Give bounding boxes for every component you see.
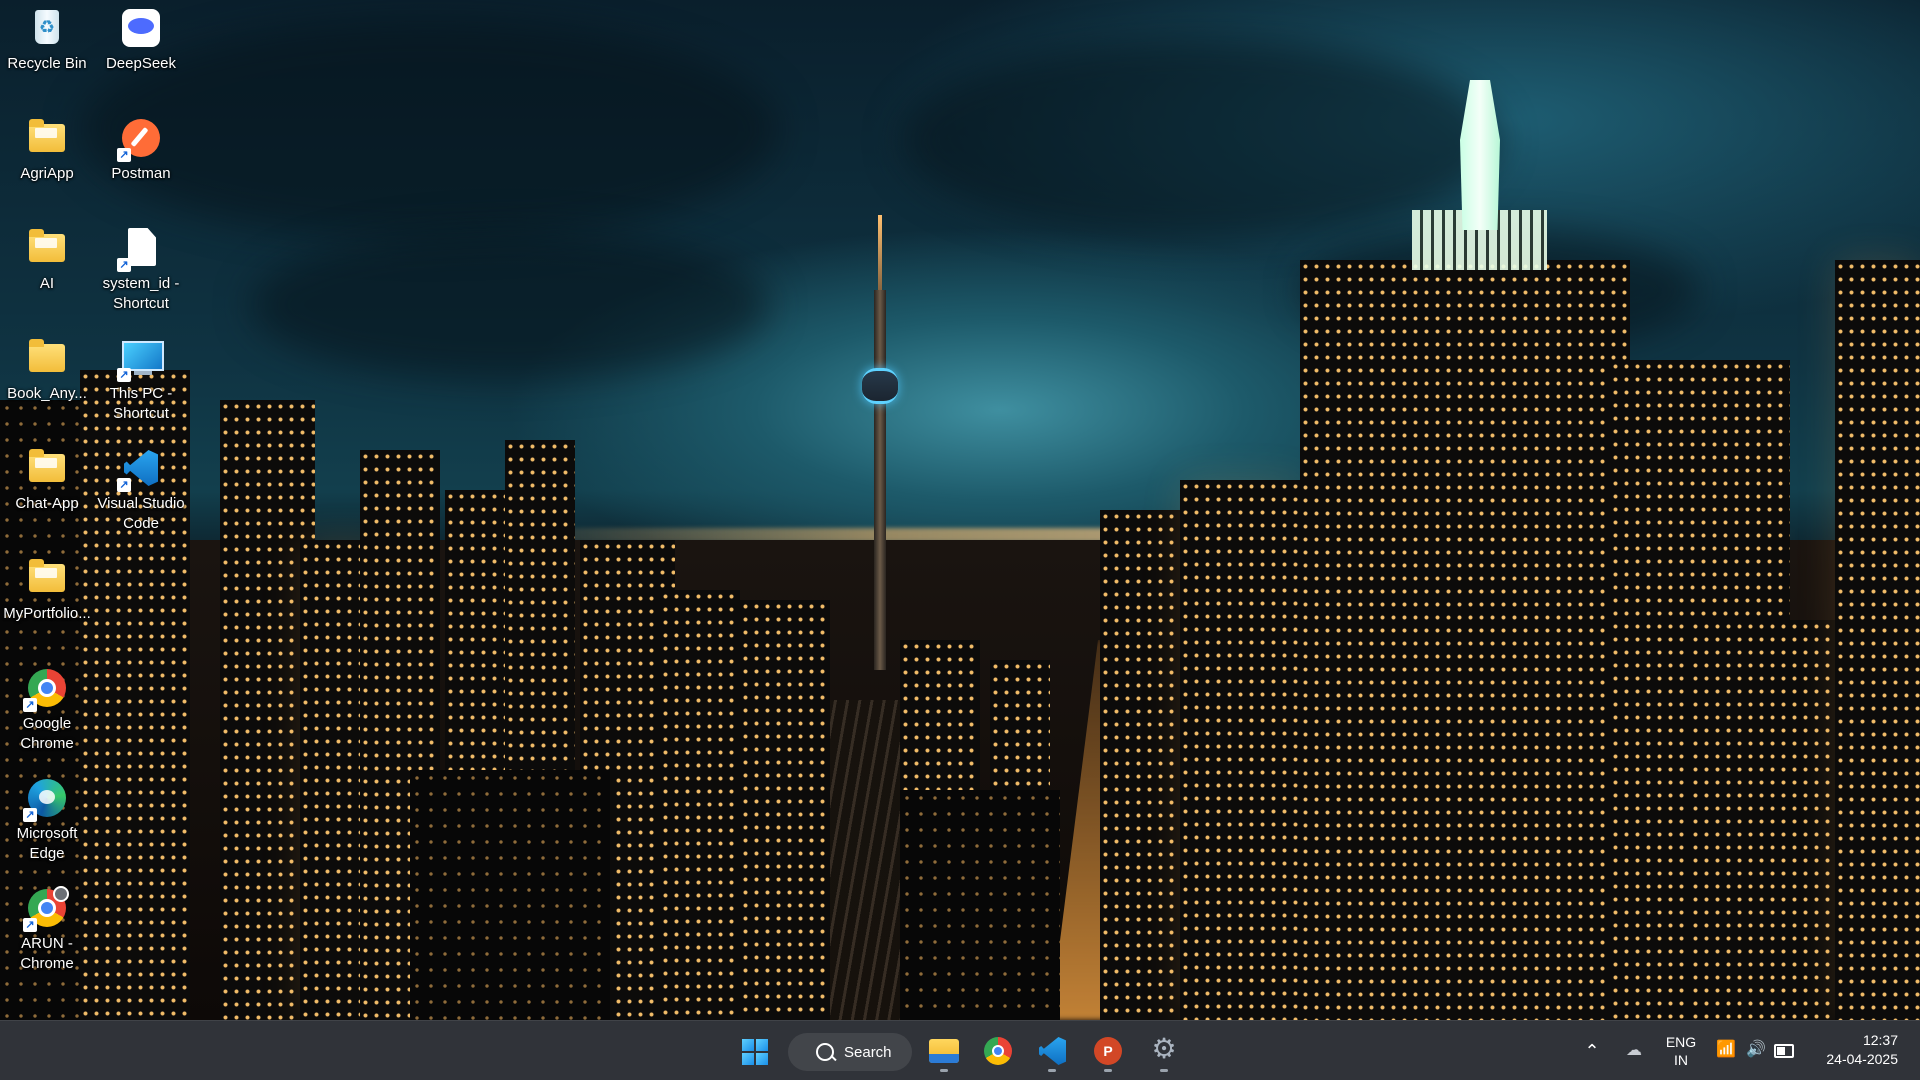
chrome-profile-icon: ↗ — [23, 886, 69, 932]
windows-logo-icon — [742, 1039, 768, 1065]
desktop-icon-label: This PC - Shortcut — [109, 385, 173, 422]
folder-icon — [25, 336, 69, 380]
taskbar: Search P ⚙ ⌃ ☁ ENG IN 📶 🔊 12:37 24-04-20… — [0, 1020, 1920, 1080]
start-button[interactable] — [732, 1029, 776, 1073]
desktop-icon-label: MyPortfolio... — [3, 605, 91, 622]
deepseek-icon — [119, 6, 163, 50]
language-indicator[interactable]: ENG IN — [1658, 1033, 1704, 1069]
chrome-icon: ↗ — [23, 666, 69, 712]
battery-icon — [1774, 1044, 1794, 1058]
desktop-icon-arun-chrome[interactable]: ↗ ARUN - Chrome — [1, 880, 93, 974]
desktop-icon-book-any[interactable]: Book_Any... — [1, 330, 93, 404]
postman-icon: ↗ — [117, 116, 163, 162]
desktop-icon-ai[interactable]: AI — [1, 220, 93, 294]
desktop-icon-postman[interactable]: ↗ Postman — [95, 110, 187, 184]
quick-settings-button[interactable]: 📶 🔊 — [1712, 1035, 1800, 1067]
desktop-icon-label: Google Chrome — [20, 715, 74, 752]
desktop-icon-this-pc-shortcut[interactable]: ↗ This PC - Shortcut — [95, 330, 187, 424]
recycle-bin-icon: ♻ — [25, 6, 69, 50]
desktop-icon-agriapp[interactable]: AgriApp — [1, 110, 93, 184]
clock-date: 24-04-2025 — [1826, 1051, 1898, 1067]
edge-icon: ↗ — [23, 776, 69, 822]
folder-icon — [25, 116, 69, 160]
folder-icon — [25, 226, 69, 270]
desktop-icon-vscode[interactable]: ↗ Visual Studio Code — [95, 440, 187, 534]
language-region: IN — [1674, 1052, 1688, 1068]
clock-time: 12:37 — [1862, 1032, 1898, 1048]
clock-date-button[interactable]: 12:37 24-04-2025 — [1826, 1031, 1898, 1069]
desktop-icon-label: Book_Any... — [7, 385, 87, 402]
onedrive-offline-icon[interactable]: ☁ — [1620, 1039, 1648, 1063]
desktop-icon-google-chrome[interactable]: ↗ Google Chrome — [1, 660, 93, 754]
vscode-icon — [1039, 1037, 1066, 1065]
file-shortcut-icon: ↗ — [117, 226, 163, 272]
taskbar-search-button[interactable]: Search — [788, 1033, 912, 1071]
desktop-icon-label: Recycle Bin — [7, 55, 87, 72]
desktop-icon-system-id-shortcut[interactable]: ↗ system_id - Shortcut — [95, 220, 187, 314]
taskbar-vscode[interactable] — [1030, 1029, 1074, 1073]
taskbar-powerpoint[interactable]: P — [1086, 1029, 1130, 1073]
this-pc-icon: ↗ — [117, 336, 164, 382]
taskbar-chrome[interactable] — [976, 1029, 1020, 1073]
desktop-icon-label: AI — [39, 275, 55, 292]
desktop-icon-chat-app[interactable]: Chat-App — [1, 440, 93, 514]
settings-gear-icon: ⚙ — [1151, 1033, 1177, 1064]
desktop-icon-label: AgriApp — [20, 165, 74, 182]
file-explorer-icon — [929, 1039, 959, 1063]
desktop-wallpaper — [0, 0, 1920, 1020]
desktop-icon-label: Microsoft Edge — [16, 825, 78, 862]
desktop-icon-recycle-bin[interactable]: ♻ Recycle Bin — [1, 0, 93, 74]
desktop-icon-microsoft-edge[interactable]: ↗ Microsoft Edge — [1, 770, 93, 864]
taskbar-settings[interactable]: ⚙ — [1142, 1029, 1186, 1073]
desktop-icon-label: Chat-App — [15, 495, 79, 512]
show-hidden-icons-chevron-icon[interactable]: ⌃ — [1580, 1039, 1604, 1063]
search-label: Search — [844, 1043, 892, 1061]
volume-icon: 🔊 — [1746, 1041, 1766, 1058]
taskbar-file-explorer[interactable] — [922, 1029, 966, 1073]
powerpoint-icon: P — [1094, 1037, 1122, 1065]
wifi-icon: 📶 — [1716, 1041, 1736, 1058]
folder-icon — [25, 446, 69, 490]
language-code: ENG — [1665, 1034, 1697, 1050]
desktop-icon-myportfolio[interactable]: MyPortfolio... — [1, 550, 93, 624]
desktop-icon-label: DeepSeek — [105, 55, 177, 72]
desktop-icon-label: ARUN - Chrome — [20, 935, 74, 972]
desktop-icon-label: system_id - Shortcut — [102, 275, 180, 312]
desktop-icon-label: Visual Studio Code — [97, 495, 185, 532]
desktop-icon-deepseek[interactable]: DeepSeek — [95, 0, 187, 74]
chrome-icon — [984, 1037, 1012, 1065]
desktop-icon-grid: ♻ Recycle Bin DeepSeek AgriApp ↗ Postman… — [0, 0, 200, 1010]
vscode-icon: ↗ — [117, 446, 163, 492]
desktop-icon-label: Postman — [111, 165, 171, 182]
folder-icon — [25, 556, 69, 600]
search-icon — [816, 1043, 834, 1061]
